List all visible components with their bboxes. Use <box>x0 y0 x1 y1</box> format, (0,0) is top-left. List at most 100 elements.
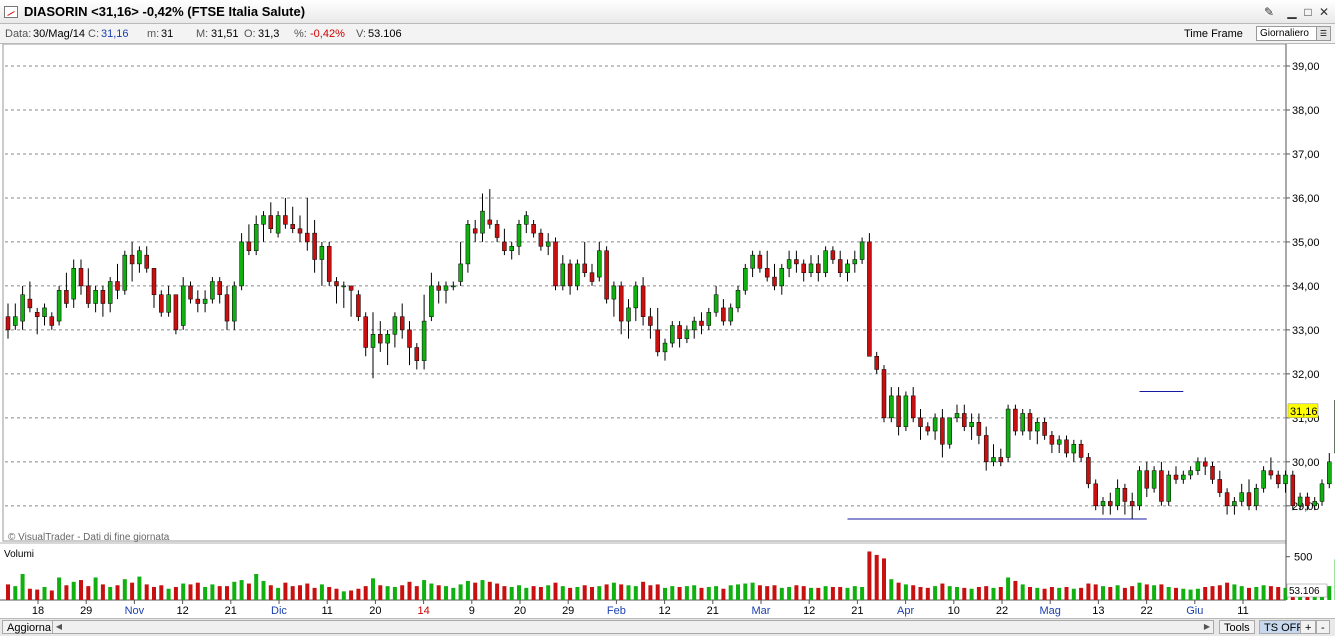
volume-bar <box>225 586 229 600</box>
horizontal-scrollbar[interactable]: ◀ ▶ <box>52 620 1214 634</box>
candle-body <box>151 268 157 295</box>
price-tick-label: 32,00 <box>1292 369 1320 381</box>
volume-bar <box>590 587 594 600</box>
maximize-icon[interactable]: □ <box>1301 5 1315 19</box>
candle-body <box>597 250 602 278</box>
refresh-button[interactable]: Aggiorna <box>2 620 57 634</box>
timeframe-label: Time Frame <box>1184 28 1243 40</box>
candle-body <box>801 263 806 273</box>
candle-body <box>13 316 18 326</box>
candle-body <box>509 246 514 251</box>
volume-bar <box>655 584 660 600</box>
time-tick-label: 21 <box>707 605 719 617</box>
pct-value: -0,42% <box>310 28 345 40</box>
volume-bar <box>1028 587 1032 600</box>
dropdown-arrow-icon[interactable]: ☰ <box>1316 27 1330 40</box>
volume-label: V: <box>356 28 366 40</box>
volume-bar <box>1108 587 1113 600</box>
volume-bar <box>1203 587 1208 600</box>
candle-body <box>648 316 653 326</box>
candle-body <box>472 228 478 234</box>
volume-bar <box>6 584 10 600</box>
minimize-icon[interactable]: ▁ <box>1285 5 1299 19</box>
candle-body <box>1239 492 1244 502</box>
volume-bar <box>955 587 959 600</box>
volume-bar <box>611 582 616 600</box>
pin-icon[interactable]: ✎ <box>1262 5 1276 19</box>
time-tick-label: 29 <box>80 605 92 617</box>
scroll-left-icon[interactable]: ◀ <box>53 621 65 633</box>
volume-bar <box>268 585 273 600</box>
candle-body <box>947 417 952 445</box>
close-icon[interactable]: ✕ <box>1317 5 1331 19</box>
candle-body <box>1049 435 1055 445</box>
volume-bar <box>1086 583 1091 600</box>
volume-bar <box>903 584 908 600</box>
candle-body <box>786 259 792 269</box>
candle-body <box>743 268 748 291</box>
candle-body <box>370 334 376 348</box>
candle-body <box>640 285 646 317</box>
candle-body <box>1210 465 1215 480</box>
candle-body <box>392 316 398 335</box>
volume-bar <box>385 586 390 600</box>
candle-body <box>275 215 281 234</box>
candle-body <box>1100 501 1106 507</box>
candle-body <box>305 232 310 243</box>
candle-body <box>852 259 858 265</box>
candle-body <box>1297 496 1303 507</box>
tools-button[interactable]: Tools <box>1219 620 1255 634</box>
volume-bar <box>1093 584 1098 600</box>
candle-body <box>1056 439 1062 445</box>
volume-bar <box>998 587 1003 600</box>
volume-bar <box>911 585 916 600</box>
volume-bar <box>122 579 127 600</box>
time-tick-label: 11 <box>321 605 332 617</box>
volume-bar <box>1020 584 1025 600</box>
volume-bar <box>1247 587 1251 600</box>
price-tick-label: 34,00 <box>1292 281 1320 293</box>
candle-body <box>64 290 69 304</box>
candle-body <box>56 290 62 322</box>
chart-area[interactable]: 29,00 30,00 31,00 32,00 33,00 34,00 35,00 36,00… <box>0 43 1335 619</box>
scroll-right-icon[interactable]: ▶ <box>1201 621 1213 633</box>
candle-body <box>998 457 1004 463</box>
volume-bar <box>889 579 894 600</box>
candle-body <box>910 395 916 419</box>
candle-body <box>356 294 361 317</box>
candle-body <box>465 224 471 265</box>
volume-bar <box>1210 586 1215 600</box>
volume-bar <box>1239 586 1244 600</box>
candle-body <box>611 285 617 300</box>
zoom-out-button[interactable]: - <box>1316 620 1330 634</box>
time-tick-label: 10 <box>948 605 960 617</box>
candle-body <box>268 215 274 229</box>
candle-body <box>210 281 215 300</box>
volume-bar <box>327 587 332 600</box>
volume-bar <box>1174 587 1178 600</box>
candle-body <box>845 263 850 273</box>
candle-body <box>253 224 259 251</box>
volume-bar <box>553 582 558 600</box>
price-volume-chart[interactable]: 29,0030,0031,0032,0033,0034,0035,0036,00… <box>0 43 1335 619</box>
candle-body <box>239 241 244 287</box>
candle-body <box>1275 474 1281 485</box>
candle-body <box>159 294 164 313</box>
candle-body <box>779 268 785 287</box>
volume-bar <box>1254 587 1259 600</box>
volume-bar <box>765 586 770 600</box>
zoom-in-button[interactable]: + <box>1300 620 1317 634</box>
volume-bar <box>1057 587 1062 600</box>
time-tick-label: 29 <box>562 605 574 617</box>
candle-body <box>1224 492 1230 507</box>
time-tick-label: 12 <box>803 605 815 617</box>
volume-bar <box>100 584 105 600</box>
candle-body <box>283 215 288 225</box>
timeframe-select[interactable]: Giornaliero ☰ <box>1256 26 1331 41</box>
volume-bar <box>173 587 178 600</box>
volume-bar <box>378 585 383 600</box>
candle-body <box>458 263 463 282</box>
candle-body <box>823 250 828 273</box>
volume-bar <box>283 582 288 600</box>
candle-body <box>1005 408 1011 458</box>
